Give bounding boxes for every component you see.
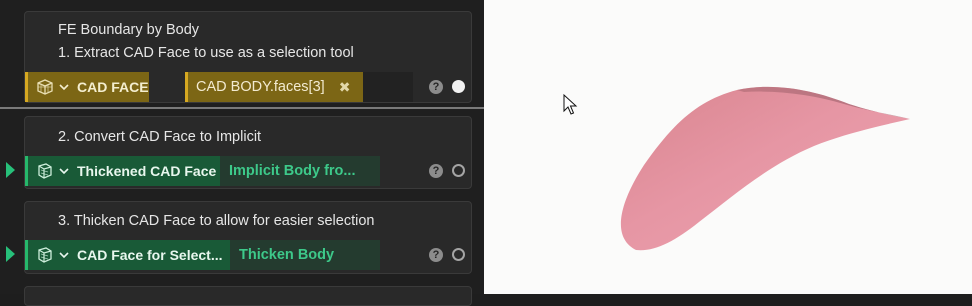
chip-label: CAD FACE xyxy=(77,79,149,95)
remove-icon[interactable]: ✖ xyxy=(339,79,351,96)
mouse-cursor-icon xyxy=(563,93,578,115)
reference-empty-slot[interactable] xyxy=(363,72,413,102)
step-row-2: Thickened CAD Face Implicit Body fro... … xyxy=(25,156,473,186)
reference-label: Implicit Body fro... xyxy=(229,163,356,179)
play-icon[interactable] xyxy=(6,162,15,178)
chip-label: Thickened CAD Face xyxy=(77,163,217,179)
chevron-down-icon[interactable] xyxy=(59,250,69,260)
step-row-1: CAD FACE CAD BODY.faces[3] ✖ ? xyxy=(25,72,473,102)
step-title-1: 1. Extract CAD Face to use as a selectio… xyxy=(58,45,354,61)
implicit-body-icon xyxy=(34,160,56,182)
status-dot-empty-icon[interactable] xyxy=(452,164,465,177)
section-divider xyxy=(0,107,484,109)
step-title-main: FE Boundary by Body xyxy=(58,22,200,38)
help-icon[interactable]: ? xyxy=(429,248,443,262)
play-icon[interactable] xyxy=(6,246,15,262)
status-dot-filled-icon[interactable] xyxy=(452,80,465,93)
help-icon[interactable]: ? xyxy=(429,80,443,94)
workflow-panel: FE Boundary by Body 1. Extract CAD Face … xyxy=(0,0,484,306)
cad-face-selection-chip[interactable]: CAD Face for Select... xyxy=(25,240,230,270)
reference-label: Thicken Body xyxy=(239,247,335,263)
implicit-body-reference[interactable]: Implicit Body fro... xyxy=(220,156,380,186)
step-card-2: 2. Convert CAD Face to Implicit Thickene… xyxy=(24,116,472,189)
implicit-body-icon xyxy=(34,244,56,266)
step-card-3: 3. Thicken CAD Face to allow for easier … xyxy=(24,201,472,274)
step-card-next xyxy=(24,286,472,306)
cad-body-reference[interactable]: CAD BODY.faces[3] ✖ xyxy=(185,72,363,102)
status-dot-empty-icon[interactable] xyxy=(452,248,465,261)
help-icon[interactable]: ? xyxy=(429,164,443,178)
3d-viewport[interactable] xyxy=(484,0,972,294)
step-row-3: CAD Face for Select... Thicken Body ? xyxy=(25,240,473,270)
reference-label: CAD BODY.faces[3] xyxy=(196,79,325,95)
thickened-cad-face-chip[interactable]: Thickened CAD Face xyxy=(25,156,220,186)
cad-face-icon xyxy=(34,76,56,98)
chevron-down-icon[interactable] xyxy=(59,166,69,176)
step-title-3: 3. Thicken CAD Face to allow for easier … xyxy=(58,213,375,229)
surface-render xyxy=(563,86,910,251)
chip-label: CAD Face for Select... xyxy=(77,247,223,263)
step-title-2: 2. Convert CAD Face to Implicit xyxy=(58,129,262,145)
cad-face-surface xyxy=(620,86,910,251)
thicken-body-reference[interactable]: Thicken Body xyxy=(230,240,380,270)
step-card-1: FE Boundary by Body 1. Extract CAD Face … xyxy=(24,11,472,103)
chevron-down-icon[interactable] xyxy=(59,82,69,92)
cad-face-chip[interactable]: CAD FACE xyxy=(25,72,149,102)
